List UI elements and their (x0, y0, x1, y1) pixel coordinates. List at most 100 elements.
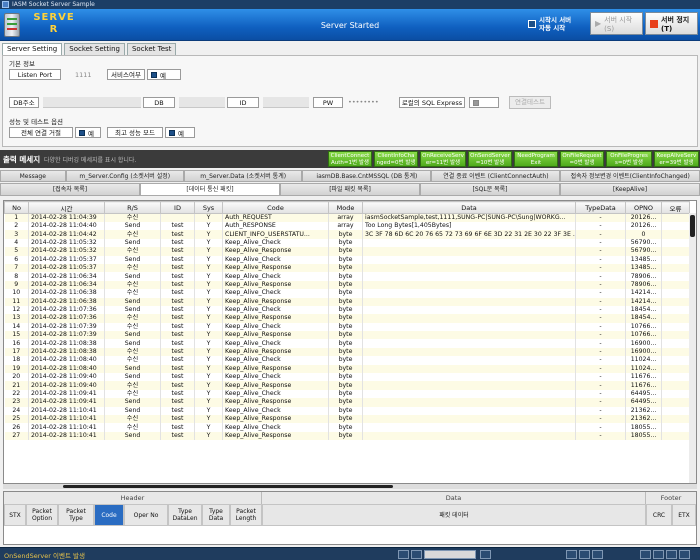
table-row[interactable]: 3 2014-02-28 11:04:42 수신 test Y CLIENT_INFO_U… (4, 230, 690, 239)
tab-server-config[interactable]: m_Server.Config (소켓서버 설정) (65, 170, 184, 182)
tab-sql-list[interactable]: [SQL문 목록] (420, 183, 560, 196)
event-button-on-send-server[interactable]: OnSendServer =10번 발생 (468, 151, 512, 167)
column-header[interactable]: 오류 (661, 201, 690, 214)
table-row[interactable]: 21 2014-02-28 11:09:40 수신 test Y Keep_Alive_R… (4, 381, 690, 390)
table-cell: byte (328, 314, 363, 323)
table-cell: 78906... (625, 280, 662, 290)
column-header[interactable]: 시간 (28, 201, 105, 214)
stop-server-button[interactable]: 서버 정지(T) (645, 12, 698, 35)
table-cell: Y (194, 423, 223, 432)
id-input[interactable] (263, 97, 309, 108)
table-row[interactable]: 18 2014-02-28 11:08:40 수신 test Y Keep_Alive_C… (4, 356, 690, 365)
table-row[interactable]: 23 2014-02-28 11:09:41 Send test Y Keep_Alive… (4, 398, 690, 407)
table-cell: - (575, 213, 626, 222)
tab-client-list[interactable]: [접속자 목록] (0, 183, 140, 196)
column-header[interactable]: OPNO (625, 201, 662, 214)
table-cell: test (160, 272, 195, 281)
connect-test-button[interactable]: 연결테스트 (509, 96, 551, 109)
table-row[interactable]: 1 2014-02-28 11:04:39 수신 Y Auth_REQUEST array… (4, 213, 690, 222)
horizontal-scrollbar[interactable] (3, 484, 697, 489)
tab-data-packets[interactable]: [데이터 통신 패킷] (140, 183, 280, 196)
event-button-on-file-progress[interactable]: OnFileProgres s=0번 발생 (606, 151, 652, 167)
tab-client-connect-auth[interactable]: 연결 종료 이벤트 (ClientConnectAuth) (431, 170, 561, 182)
table-row[interactable]: 15 2014-02-28 11:07:39 Send test Y Keep_Alive… (4, 331, 690, 340)
event-button-client-connect[interactable]: ClientConnect Auth=1번 발생 (328, 151, 372, 167)
tab-file-packets[interactable]: [파일 패킷 목록] (280, 183, 420, 196)
scrollbar-thumb[interactable] (63, 485, 393, 488)
table-row[interactable]: 4 2014-02-28 11:05:32 Send test Y Keep_Alive_… (4, 238, 690, 248)
event-button-on-file-request[interactable]: OnFileRequest =0번 발생 (560, 151, 604, 167)
table-cell: - (575, 414, 626, 424)
table-row[interactable]: 17 2014-02-28 11:08:38 수신 test Y Keep_Alive_R… (4, 347, 690, 357)
table-cell: CLIENT_INFO_USERSTATU... (222, 230, 329, 239)
column-header[interactable]: ID (160, 201, 195, 214)
column-header[interactable]: R/S (104, 201, 161, 214)
table-row[interactable]: 12 2014-02-28 11:07:36 Send test Y Keep_Alive… (4, 305, 690, 315)
table-cell: test (160, 331, 195, 340)
column-header[interactable]: Data (362, 201, 576, 214)
pw-input[interactable]: •••••••• (348, 97, 394, 108)
table-cell: test (160, 322, 195, 332)
table-cell (362, 398, 576, 407)
table-row[interactable]: 6 2014-02-28 11:05:37 Send test Y Keep_Alive_… (4, 255, 690, 264)
column-header[interactable]: Sys (194, 201, 223, 214)
table-cell: byte (328, 247, 363, 256)
table-row[interactable]: 13 2014-02-28 11:07:36 수신 test Y Keep_Alive_R… (4, 314, 690, 323)
max-perf-toggle[interactable]: 예 (165, 127, 195, 138)
table-row[interactable]: 27 2014-02-28 11:10:41 Send test Y Keep_Alive… (4, 431, 690, 441)
checkbox-icon (79, 129, 85, 136)
tab-socket-test[interactable]: Socket Test (126, 43, 177, 55)
table-row[interactable]: 26 2014-02-28 11:10:41 수신 test Y Keep_Alive_C… (4, 423, 690, 432)
table-row[interactable]: 22 2014-02-28 11:09:41 수신 test Y Keep_Alive_C… (4, 389, 690, 399)
table-cell: 23 (4, 398, 29, 407)
table-cell (661, 280, 690, 290)
table-cell: 20126... (625, 213, 662, 222)
auto-start-checkbox[interactable]: 시작시 서버 자동 시작 (524, 12, 586, 35)
start-server-button[interactable]: ▶ 서버 시작(S) (590, 12, 643, 35)
table-row[interactable]: 14 2014-02-28 11:07:39 수신 test Y Keep_Alive_C… (4, 322, 690, 332)
table-cell: 18055... (625, 423, 662, 432)
table-row[interactable]: 8 2014-02-28 11:06:34 Send test Y Keep_Alive_… (4, 272, 690, 281)
column-header[interactable]: No (4, 201, 29, 214)
table-cell: Keep_Alive_Check (222, 322, 329, 332)
table-row[interactable]: 10 2014-02-28 11:06:38 수신 test Y Keep_Alive_C… (4, 289, 690, 298)
listen-port-input[interactable]: 1111 (75, 70, 105, 81)
table-row[interactable]: 7 2014-02-28 11:05:37 수신 test Y Keep_Alive_Re… (4, 263, 690, 273)
tab-server-data[interactable]: m_Server.Data (소켓서버 통계) (183, 170, 303, 182)
table-row[interactable]: 20 2014-02-28 11:09:40 Send test Y Keep_Alive… (4, 373, 690, 382)
table-row[interactable]: 2 2014-02-28 11:04:40 Send test Y Auth_RESPON… (4, 222, 690, 231)
table-cell: 78906... (625, 272, 662, 281)
column-header[interactable]: Mode (328, 201, 363, 214)
tab-db-stats[interactable]: iasmDB.Base.CntMSSQL (DB 통계) (302, 170, 432, 182)
table-row[interactable]: 11 2014-02-28 11:06:38 Send test Y Keep_Alive… (4, 297, 690, 306)
table-cell: Keep_Alive_Response (222, 280, 329, 290)
tab-client-info-changed[interactable]: 접속자 정보변경 이벤트(ClientInfoChanged) (560, 170, 700, 182)
col-line-1: Type (178, 508, 192, 515)
table-row[interactable]: 25 2014-02-28 11:10:41 수신 test Y Keep_Alive_R… (4, 414, 690, 424)
db-address-input[interactable] (43, 97, 141, 108)
table-cell: - (575, 238, 626, 248)
deny-all-toggle[interactable]: 예 (75, 127, 101, 138)
table-row[interactable]: 19 2014-02-28 11:08:40 Send test Y Keep_Alive… (4, 364, 690, 374)
vertical-scrollbar[interactable] (689, 213, 696, 483)
event-button-keep-alive-server[interactable]: KeepAliveServ er=39번 발생 (654, 151, 699, 167)
event-button-client-info-changed[interactable]: ClientInfoCha nged=0번 발생 (374, 151, 418, 167)
column-header[interactable]: Code (222, 201, 329, 214)
tab-keepalive[interactable]: [KeepAlive] (560, 183, 700, 196)
table-row[interactable]: 9 2014-02-28 11:06:34 수신 test Y Keep_Alive_Re… (4, 280, 690, 290)
event-button-need-program-exit[interactable]: NeedProgram Exit (514, 151, 558, 167)
service-toggle[interactable]: 예 (147, 69, 181, 80)
table-row[interactable]: 5 2014-02-28 11:05:32 수신 test Y Keep_Alive_Re… (4, 247, 690, 256)
event-button-on-receive-server[interactable]: OnReceiveServ er=11번 발생 (420, 151, 466, 167)
table-cell: byte (328, 381, 363, 390)
column-header[interactable]: TypeData (575, 201, 626, 214)
tab-message[interactable]: Message (0, 170, 66, 182)
table-row[interactable]: 16 2014-02-28 11:08:38 Send test Y Keep_Alive… (4, 339, 690, 348)
table-cell: test (160, 356, 195, 365)
tab-socket-setting[interactable]: Socket Setting (64, 43, 125, 55)
db-name-input[interactable] (179, 97, 225, 108)
scrollbar-thumb[interactable] (690, 215, 695, 237)
local-sql-express-toggle[interactable] (469, 97, 499, 108)
table-cell: test (160, 398, 195, 407)
table-row[interactable]: 24 2014-02-28 11:10:41 Send test Y Keep_Alive… (4, 406, 690, 415)
